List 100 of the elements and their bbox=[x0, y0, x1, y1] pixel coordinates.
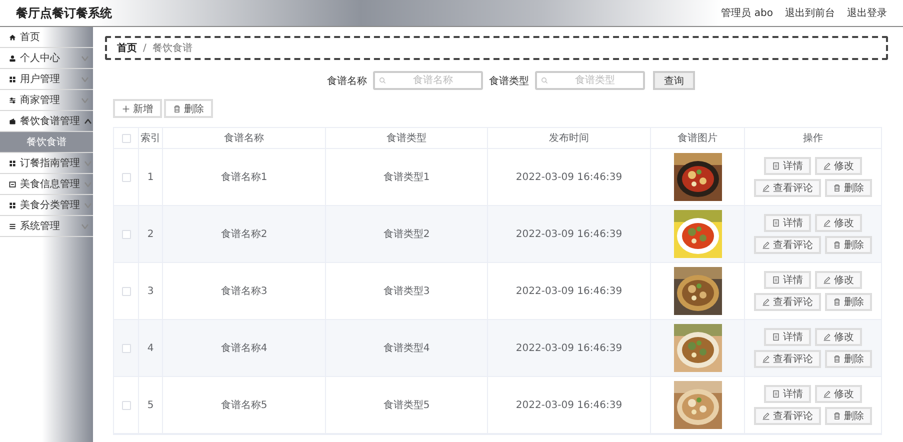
table-cell: 食谱类型5 bbox=[326, 377, 488, 433]
person-icon bbox=[9, 54, 16, 62]
pencil-icon bbox=[762, 298, 770, 306]
edit-button[interactable]: 修改 bbox=[815, 385, 862, 403]
edit-button[interactable]: 修改 bbox=[815, 328, 862, 346]
trash-icon bbox=[173, 104, 181, 112]
detail-button[interactable]: 详情 bbox=[764, 157, 811, 175]
table-cell: 1 bbox=[139, 149, 163, 205]
comments-button[interactable]: 查看评论 bbox=[754, 293, 821, 311]
table-cell: 食谱类型2 bbox=[326, 206, 488, 262]
trash-icon bbox=[833, 241, 841, 249]
menu-icon bbox=[9, 222, 16, 230]
table-cell: 2022-03-09 16:46:39 bbox=[488, 206, 651, 262]
comments-button[interactable]: 查看评论 bbox=[754, 179, 821, 197]
detail-button[interactable]: 详情 bbox=[764, 271, 811, 289]
search-field[interactable]: 食谱名称 bbox=[373, 71, 483, 90]
home-icon bbox=[9, 34, 16, 40]
detail-button[interactable]: 详情 bbox=[764, 385, 811, 403]
table-cell: 3 bbox=[139, 263, 163, 319]
document-icon bbox=[772, 219, 780, 227]
table-cell: 食谱名称3 bbox=[163, 263, 326, 319]
column-header: 食谱图片 bbox=[651, 128, 745, 148]
user-label: 管理员 abo bbox=[721, 7, 773, 20]
row-checkbox[interactable] bbox=[122, 286, 130, 296]
document-icon bbox=[772, 162, 780, 170]
menu-item[interactable]: 订餐指南管理 bbox=[0, 153, 93, 174]
detail-button[interactable]: 详情 bbox=[764, 328, 811, 346]
document-icon bbox=[772, 333, 780, 341]
menu-item[interactable]: 商家管理 bbox=[0, 90, 93, 111]
comments-button[interactable]: 查看评论 bbox=[754, 350, 821, 368]
table-cell: 4 bbox=[139, 320, 163, 376]
sliders-icon bbox=[9, 96, 16, 104]
select-all-checkbox[interactable] bbox=[122, 134, 130, 142]
delete-button[interactable]: 删除 bbox=[164, 99, 213, 118]
search-button[interactable]: 查询 bbox=[653, 71, 695, 90]
delete-button[interactable]: 删除 bbox=[825, 236, 872, 254]
pencil-icon bbox=[762, 412, 770, 420]
menu-item[interactable]: 首页 bbox=[0, 27, 93, 48]
column-header: 食谱类型 bbox=[326, 128, 488, 148]
pencil-icon bbox=[823, 162, 831, 170]
menu-item[interactable]: 个人中心 bbox=[0, 48, 93, 69]
menu-item[interactable]: 美食信息管理 bbox=[0, 174, 93, 195]
table-cell: 食谱名称1 bbox=[163, 149, 326, 205]
search-field[interactable]: 食谱类型 bbox=[535, 71, 645, 90]
detail-button[interactable]: 详情 bbox=[764, 214, 811, 232]
table-cell: 食谱类型3 bbox=[326, 263, 488, 319]
table-cell: 食谱名称5 bbox=[163, 377, 326, 433]
menu-item[interactable]: 系统管理 bbox=[0, 216, 93, 237]
edit-button[interactable]: 修改 bbox=[815, 157, 862, 175]
table-cell: 2022-03-09 16:46:39 bbox=[488, 149, 651, 205]
row-checkbox[interactable] bbox=[122, 400, 130, 410]
add-button[interactable]: 新增 bbox=[113, 99, 162, 118]
document-icon bbox=[772, 390, 780, 398]
column-header: 索引 bbox=[139, 128, 163, 148]
search-icon bbox=[379, 77, 386, 84]
table-cell: 2022-03-09 16:46:39 bbox=[488, 377, 651, 433]
trash-icon bbox=[833, 184, 841, 192]
grid-icon bbox=[9, 76, 16, 82]
pencil-icon bbox=[823, 219, 831, 227]
row-checkbox[interactable] bbox=[122, 172, 130, 182]
header-link[interactable]: 退出登录 bbox=[847, 6, 887, 20]
table-cell: 2022-03-09 16:46:39 bbox=[488, 263, 651, 319]
table-cell: 食谱类型1 bbox=[326, 149, 488, 205]
menu-item[interactable]: 美食分类管理 bbox=[0, 195, 93, 216]
column-header: 发布时间 bbox=[488, 128, 651, 148]
edit-button[interactable]: 修改 bbox=[815, 271, 862, 289]
column-header: 操作 bbox=[802, 132, 824, 146]
grid-icon bbox=[9, 202, 16, 208]
table-cell: 5 bbox=[139, 377, 163, 433]
pencil-icon bbox=[823, 276, 831, 284]
delete-button[interactable]: 删除 bbox=[825, 293, 872, 311]
trash-icon bbox=[833, 355, 841, 363]
column-header: 食谱名称 bbox=[163, 128, 326, 148]
trash-icon bbox=[833, 298, 841, 306]
app-title: 餐厅点餐订餐系统 bbox=[16, 4, 112, 22]
pencil-icon bbox=[823, 390, 831, 398]
row-checkbox[interactable] bbox=[122, 230, 130, 238]
pencil-icon bbox=[762, 241, 770, 249]
table-cell: 食谱名称4 bbox=[163, 320, 326, 376]
search-icon bbox=[541, 77, 548, 84]
delete-button[interactable]: 删除 bbox=[825, 179, 872, 197]
menu-item[interactable]: 用户管理 bbox=[0, 69, 93, 90]
field-label: 食谱名称 bbox=[327, 74, 367, 88]
edit-button[interactable]: 修改 bbox=[815, 214, 862, 232]
wallet-icon bbox=[9, 118, 16, 124]
breadcrumb-separator: / bbox=[143, 42, 146, 54]
table-cell: 2 bbox=[139, 206, 163, 262]
list-icon bbox=[9, 180, 16, 188]
delete-button[interactable]: 删除 bbox=[825, 350, 872, 368]
breadcrumb-link[interactable]: 首页 bbox=[117, 41, 137, 55]
header-link[interactable]: 退出到前台 bbox=[785, 6, 835, 20]
table-cell: 2022-03-09 16:46:39 bbox=[488, 320, 651, 376]
document-icon bbox=[772, 276, 780, 284]
delete-button[interactable]: 删除 bbox=[825, 407, 872, 425]
trash-icon bbox=[833, 412, 841, 420]
plus-icon bbox=[122, 104, 130, 112]
row-checkbox[interactable] bbox=[122, 344, 130, 352]
comments-button[interactable]: 查看评论 bbox=[754, 236, 821, 254]
comments-button[interactable]: 查看评论 bbox=[754, 407, 821, 425]
pencil-icon bbox=[823, 333, 831, 341]
